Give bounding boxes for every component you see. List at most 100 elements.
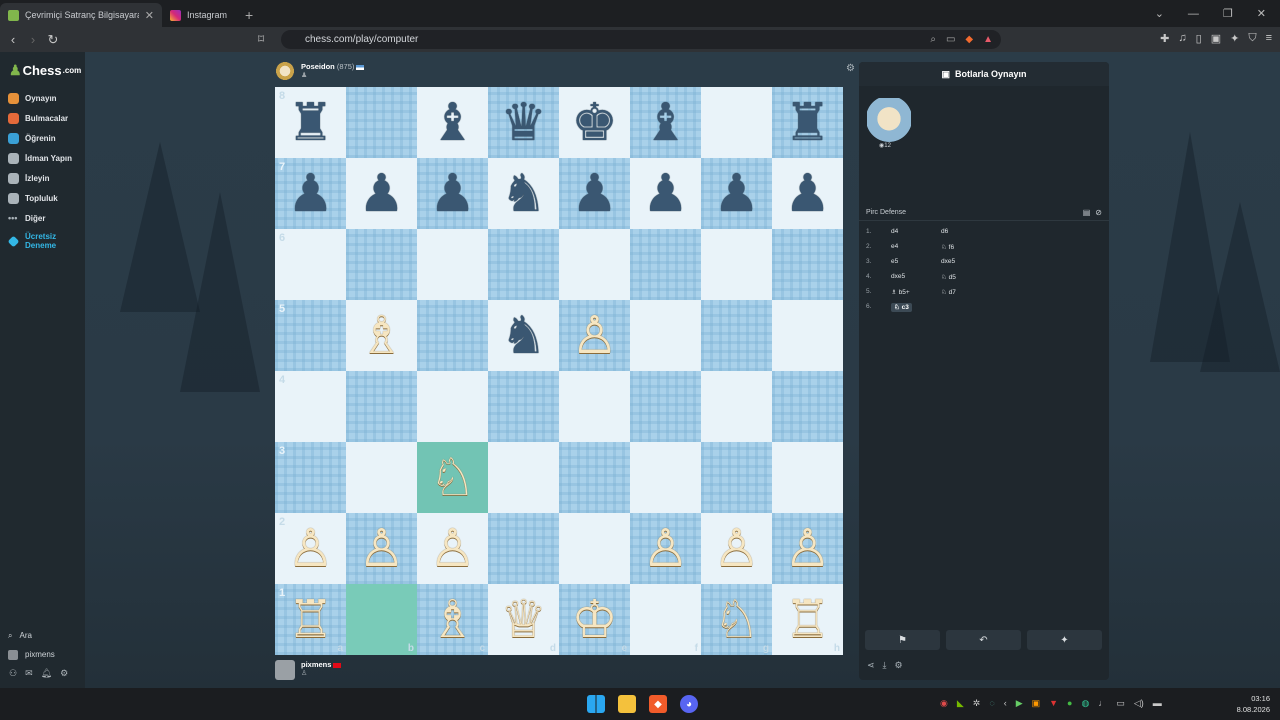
download-icon[interactable]: ⤓ xyxy=(883,660,887,671)
sidebar-toggle-icon[interactable]: ▯ xyxy=(1196,32,1202,45)
user-avatar[interactable] xyxy=(275,660,295,680)
square-g1[interactable]: g ♘ xyxy=(701,584,772,655)
maximize-button[interactable]: ❐ xyxy=(1223,7,1233,20)
white-piece[interactable]: ♗ xyxy=(358,310,405,362)
black-piece[interactable]: ♜ xyxy=(784,97,831,149)
square-b6[interactable] xyxy=(346,229,417,300)
wallet-icon[interactable]: ▣ xyxy=(1211,32,1221,45)
sidebar-item-watch[interactable]: İzleyin xyxy=(8,168,84,188)
square-d2[interactable] xyxy=(488,513,559,584)
tab-search-icon[interactable]: ⌄ xyxy=(1155,7,1164,20)
sidebar-item-more[interactable]: ••• Diğer xyxy=(8,208,84,228)
square-b1[interactable]: b xyxy=(346,584,417,655)
white-move[interactable]: dxe5 xyxy=(891,273,941,280)
square-e2[interactable] xyxy=(559,513,630,584)
zoom-icon[interactable]: ⌕ xyxy=(930,34,936,45)
black-piece[interactable]: ♟ xyxy=(287,168,334,220)
black-piece[interactable]: ♜ xyxy=(287,97,334,149)
url-field[interactable]: chess.com/play/computer ⌕ ▭ ◆ ▲ xyxy=(281,30,1001,49)
sidebar-item-learn[interactable]: Öğrenin xyxy=(8,128,84,148)
square-f7[interactable]: ♟ xyxy=(630,158,701,229)
square-g6[interactable] xyxy=(701,229,772,300)
microphone-icon[interactable]: ♩ xyxy=(1098,698,1107,709)
black-move[interactable]: ♘ d5 xyxy=(941,273,956,281)
square-h6[interactable] xyxy=(772,229,843,300)
square-g7[interactable]: ♟ xyxy=(701,158,772,229)
bottom-player-name[interactable]: pixmens xyxy=(301,660,331,669)
black-move[interactable]: d6 xyxy=(941,228,948,235)
square-b4[interactable] xyxy=(346,371,417,442)
square-c2[interactable]: ♙ xyxy=(417,513,488,584)
black-piece[interactable]: ♟ xyxy=(642,168,689,220)
square-h8[interactable]: ♜ xyxy=(772,87,843,158)
square-d4[interactable] xyxy=(488,371,559,442)
black-piece[interactable]: ♝ xyxy=(429,97,476,149)
black-piece[interactable]: ♟ xyxy=(429,168,476,220)
close-window-button[interactable]: ✕ xyxy=(1257,7,1266,20)
vpn-icon[interactable]: ⛉ xyxy=(1248,32,1256,45)
reload-icon[interactable]: ↻ xyxy=(43,32,63,48)
sidebar-item-puzzles[interactable]: Bulmacalar xyxy=(8,108,84,128)
profile-item[interactable]: pixmens xyxy=(8,645,84,664)
media-icon[interactable]: ♫ xyxy=(1178,32,1186,45)
notifications-icon[interactable]: 🔔︎ xyxy=(41,668,52,679)
square-h2[interactable]: ♙ xyxy=(772,513,843,584)
white-piece[interactable]: ♙ xyxy=(784,523,831,575)
square-e5[interactable]: ♙ xyxy=(559,300,630,371)
square-e8[interactable]: ♚ xyxy=(559,87,630,158)
square-a4[interactable]: 4 xyxy=(275,371,346,442)
tray-app-icon[interactable]: ◉ xyxy=(940,698,948,709)
square-d3[interactable] xyxy=(488,442,559,513)
white-piece[interactable]: ♙ xyxy=(571,310,618,362)
square-b3[interactable] xyxy=(346,442,417,513)
black-move[interactable]: dxe5 xyxy=(941,258,955,265)
network-icon[interactable]: ▭ xyxy=(1116,698,1125,709)
square-f6[interactable] xyxy=(630,229,701,300)
square-g2[interactable]: ♙ xyxy=(701,513,772,584)
square-g3[interactable] xyxy=(701,442,772,513)
battery-icon[interactable]: ▬ xyxy=(1153,698,1162,709)
tray-app-icon[interactable]: ▶ xyxy=(1016,698,1023,709)
black-move[interactable]: ♘ f6 xyxy=(941,243,954,251)
square-f3[interactable] xyxy=(630,442,701,513)
tab-instagram[interactable]: Instagram xyxy=(162,3,235,27)
square-h5[interactable] xyxy=(772,300,843,371)
white-piece[interactable]: ♙ xyxy=(429,523,476,575)
settings-icon[interactable]: ⚙ xyxy=(895,660,903,671)
brave-shield-icon[interactable]: ◆ xyxy=(965,34,973,45)
extensions-icon[interactable]: ✚ xyxy=(1160,32,1169,45)
square-g5[interactable] xyxy=(701,300,772,371)
takeback-button[interactable]: ↶ xyxy=(946,630,1021,650)
black-piece[interactable]: ♟ xyxy=(571,168,618,220)
back-icon[interactable]: ‹ xyxy=(3,32,23,47)
nvidia-icon[interactable]: ◣ xyxy=(957,698,964,709)
chess-board[interactable]: 8 ♜ ♝ ♛ ♚ ♝ ♜ 7 ♟ ♟ ♟ ♞ ♟ ♟ ♟ ♟ 6 5 ♗ ♞ ♙ 4 3 ♘ 2 ♙ ♙ ♙ ♙ ♙ ♙ 1 a ♖ b c ♗ d ♕ e… xyxy=(275,87,843,655)
search-item[interactable]: ⌕ Ara xyxy=(8,626,84,645)
white-piece[interactable]: ♗ xyxy=(429,594,476,646)
sidebar-item-community[interactable]: Topluluk xyxy=(8,188,84,208)
bookmark-icon[interactable]: ⌑ xyxy=(258,32,264,46)
rewards-icon[interactable]: ▲ xyxy=(983,34,993,45)
black-piece[interactable]: ♟ xyxy=(784,168,831,220)
square-a2[interactable]: 2 ♙ xyxy=(275,513,346,584)
tray-app-icon[interactable]: ● xyxy=(1067,698,1072,709)
square-a8[interactable]: 8 ♜ xyxy=(275,87,346,158)
square-d5[interactable]: ♞ xyxy=(488,300,559,371)
square-d7[interactable]: ♞ xyxy=(488,158,559,229)
square-c1[interactable]: c ♗ xyxy=(417,584,488,655)
square-f1[interactable]: f xyxy=(630,584,701,655)
analysis-icon[interactable]: ⊘ xyxy=(1095,208,1102,217)
sidebar-item-play[interactable]: Oynayın xyxy=(8,88,84,108)
windows-start-icon[interactable] xyxy=(587,695,605,713)
bot-avatar[interactable] xyxy=(275,62,295,82)
white-piece[interactable]: ♘ xyxy=(713,594,760,646)
square-c7[interactable]: ♟ xyxy=(417,158,488,229)
square-a3[interactable]: 3 xyxy=(275,442,346,513)
tray-app-icon[interactable]: ✲ xyxy=(973,698,981,709)
white-move[interactable]: e4 xyxy=(891,243,941,250)
black-piece[interactable]: ♟ xyxy=(713,168,760,220)
new-tab-button[interactable]: + xyxy=(235,3,263,27)
forward-icon[interactable]: › xyxy=(23,32,43,47)
square-f5[interactable] xyxy=(630,300,701,371)
square-g8[interactable] xyxy=(701,87,772,158)
